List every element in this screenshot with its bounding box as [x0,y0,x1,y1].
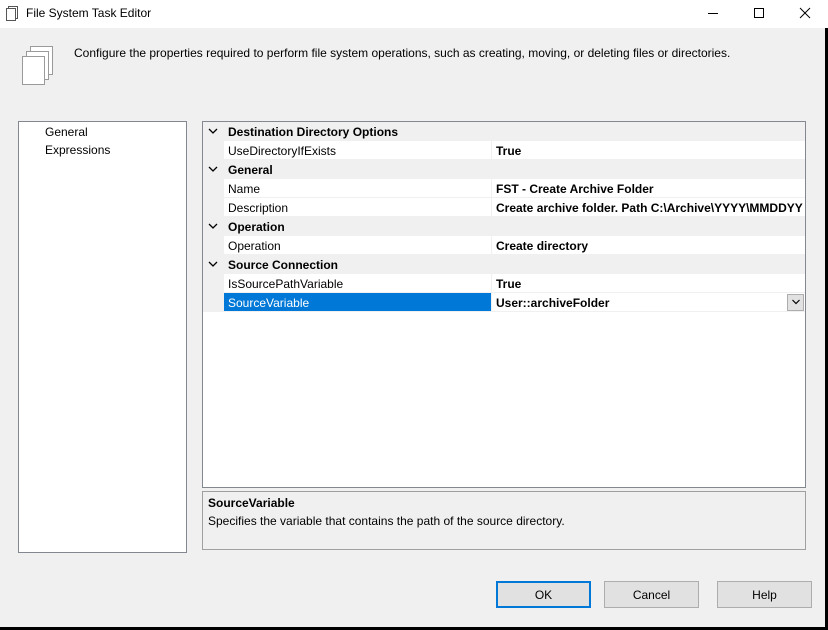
category-source-connection[interactable]: Source Connection [203,255,805,274]
category-label: Destination Directory Options [228,125,399,139]
category-label: General [228,163,273,177]
description-title: SourceVariable [208,496,295,510]
close-icon [799,7,811,22]
nav-item-label: General [45,125,88,139]
property-row-sourcevariable[interactable]: SourceVariable User::archiveFolder [203,293,805,312]
property-name[interactable]: Name [224,179,491,198]
chevron-down-icon[interactable] [207,220,219,232]
property-name[interactable]: IsSourcePathVariable [224,274,491,293]
description-panel: SourceVariable Specifies the variable th… [202,491,806,550]
property-row-usedirectoryifexists[interactable]: UseDirectoryIfExists True [203,141,805,160]
chevron-down-icon[interactable] [207,258,219,270]
property-name[interactable]: UseDirectoryIfExists [224,141,491,160]
dropdown-button[interactable] [787,294,804,311]
documents-icon [20,44,56,88]
minimize-button[interactable] [690,0,736,28]
header-description: Configure the properties required to per… [74,46,731,60]
property-row-operation[interactable]: Operation Create directory [203,236,805,255]
property-name[interactable]: Operation [224,236,491,255]
property-name[interactable]: Description [224,198,491,217]
maximize-icon [753,7,765,22]
property-value[interactable]: Create directory [491,236,805,255]
chevron-down-icon [791,296,801,310]
window-title: File System Task Editor [26,6,152,20]
file-system-task-editor-window: File System Task Editor Configure the pr… [0,0,828,630]
description-text: Specifies the variable that contains the… [208,514,565,528]
chevron-down-icon[interactable] [207,163,219,175]
document-icon [4,5,20,21]
nav-item-general[interactable]: General [44,125,89,139]
row-gutter [203,274,224,293]
category-label: Source Connection [228,258,339,272]
nav-item-expressions[interactable]: Expressions [44,143,111,157]
cancel-button[interactable]: Cancel [604,581,699,608]
row-gutter [203,236,224,255]
property-value[interactable]: FST - Create Archive Folder [491,179,805,198]
ok-button[interactable]: OK [496,581,591,608]
chevron-down-icon[interactable] [207,125,219,137]
category-general[interactable]: General [203,160,805,179]
row-gutter [203,179,224,198]
minimize-icon [707,7,719,22]
property-value-dropdown[interactable]: User::archiveFolder [491,293,805,312]
maximize-button[interactable] [736,0,782,28]
title-bar[interactable]: File System Task Editor [0,0,828,28]
row-gutter [203,198,224,217]
property-grid: Destination Directory Options UseDirecto… [202,121,806,488]
help-button[interactable]: Help [717,581,812,608]
category-operation[interactable]: Operation [203,217,805,236]
property-row-name[interactable]: Name FST - Create Archive Folder [203,179,805,198]
nav-item-label: Expressions [45,143,111,157]
property-row-description[interactable]: Description Create archive folder. Path … [203,198,805,217]
property-row-issourcepathvariable[interactable]: IsSourcePathVariable True [203,274,805,293]
category-destination-directory-options[interactable]: Destination Directory Options [203,122,805,141]
navigation-pane: General Expressions [18,121,187,553]
close-button[interactable] [782,0,828,28]
property-value[interactable]: Create archive folder. Path C:\Archive\Y… [491,198,805,217]
row-gutter [203,293,224,312]
property-value[interactable]: True [491,141,805,160]
property-value[interactable]: True [491,274,805,293]
row-gutter [203,141,224,160]
property-name[interactable]: SourceVariable [224,293,491,312]
category-label: Operation [228,220,285,234]
header-band: Configure the properties required to per… [0,28,828,102]
